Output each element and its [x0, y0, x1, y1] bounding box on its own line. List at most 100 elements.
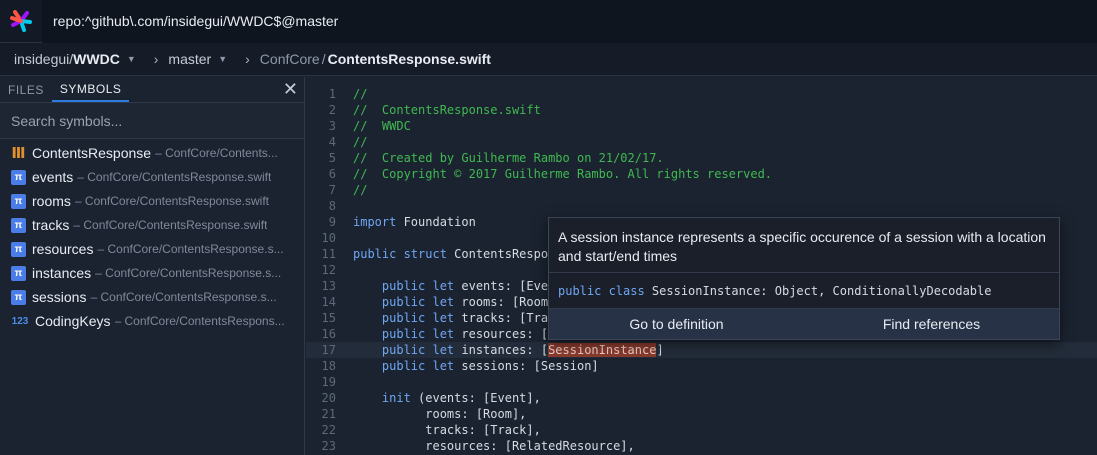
symbol-item[interactable]: π rooms – ConfCore/ContentsResponse.swift	[0, 189, 304, 213]
line-number[interactable]: 7	[306, 182, 336, 198]
symbol-path: – ConfCore/ContentsResponse.swift	[74, 194, 270, 208]
line-number[interactable]: 11	[306, 246, 336, 262]
line-number[interactable]: 14	[306, 294, 336, 310]
tab-files[interactable]: FILES	[0, 77, 52, 102]
tooltip-signature: public class SessionInstance: Object, Co…	[549, 273, 1059, 309]
line-number[interactable]: 6	[306, 166, 336, 182]
code-token: sessions: [Session]	[454, 359, 599, 373]
line-number[interactable]: 20	[306, 390, 336, 406]
code-token: public let	[381, 311, 455, 325]
property-icon: π	[11, 217, 26, 233]
symbol-path: – ConfCore/ContentsResponse.swift	[73, 218, 268, 232]
code-token: ]	[656, 343, 664, 357]
line-text: public let tracks: [Tra	[353, 310, 548, 326]
symbol-name: events	[32, 169, 74, 185]
code-token: ContentsRespo	[446, 247, 549, 261]
line-text: tracks: [Track],	[353, 422, 541, 438]
sourcegraph-logo-icon[interactable]	[0, 0, 42, 43]
line-number[interactable]: 17	[306, 342, 336, 358]
line-number[interactable]: 16	[306, 326, 336, 342]
symbol-name: sessions	[32, 289, 87, 305]
line-number[interactable]: 10	[306, 230, 336, 246]
sidebar: FILES SYMBOLS ✕ Search symbols... Ⅲ Conte…	[0, 77, 305, 455]
line-number[interactable]: 22	[306, 422, 336, 438]
line-number[interactable]: 19	[306, 374, 336, 390]
line-number[interactable]: 23	[306, 438, 336, 454]
highlighted-token[interactable]: SessionInstance	[548, 343, 657, 357]
symbol-item[interactable]: Ⅲ ContentsResponse – ConfCore/Contents...	[0, 141, 304, 165]
symbol-name: instances	[32, 265, 92, 281]
symbol-path: – ConfCore/Contents...	[155, 146, 278, 160]
property-icon: π	[11, 169, 26, 185]
code-token: instances: [	[454, 343, 549, 357]
line-number[interactable]: 2	[306, 102, 336, 118]
line-number[interactable]: 18	[306, 358, 336, 374]
line-text: //	[353, 182, 367, 198]
code-token: rooms: [Room	[454, 295, 549, 309]
line-number[interactable]: 4	[306, 134, 336, 150]
symbol-item[interactable]: π resources – ConfCore/ContentsResponse.s.…	[0, 237, 304, 261]
property-icon: π	[11, 265, 26, 281]
line-number[interactable]: 5	[306, 150, 336, 166]
line-number[interactable]: 1	[306, 86, 336, 102]
symbol-item[interactable]: π instances – ConfCore/ContentsResponse.s.…	[0, 261, 304, 285]
line-number[interactable]: 3	[306, 118, 336, 134]
symbol-list: Ⅲ ContentsResponse – ConfCore/Contents... π…	[0, 139, 304, 333]
symbol-name: rooms	[32, 193, 71, 209]
code-token: public let	[381, 327, 455, 341]
line-text: // Copyright © 2017 Guilherme Rambo. All…	[353, 166, 772, 182]
line-text: rooms: [Room],	[353, 406, 526, 422]
property-icon: π	[11, 193, 26, 209]
line-number[interactable]: 12	[306, 262, 336, 278]
symbol-name: CodingKeys	[35, 313, 111, 329]
chevron-right-icon: ›	[245, 51, 250, 67]
line-text: // Created by Guilherme Rambo on 21/02/1…	[353, 150, 664, 166]
path-separator: /	[321, 51, 326, 67]
code-token: import	[353, 215, 397, 229]
go-to-definition-button[interactable]: Go to definition	[549, 309, 804, 339]
find-references-button[interactable]: Find references	[804, 309, 1059, 339]
symbol-search-input[interactable]: Search symbols...	[0, 103, 304, 139]
tooltip-actions: Go to definition Find references	[549, 309, 1059, 339]
code-token: init	[381, 391, 411, 405]
line-text: init (events: [Event],	[353, 390, 541, 406]
repo-owner[interactable]: insidegui/	[14, 51, 73, 67]
code-token: resources: [RelatedResource],	[353, 439, 635, 453]
line-number[interactable]: 21	[306, 406, 336, 422]
code-token: // WWDC	[353, 119, 411, 133]
code-token: public let	[381, 359, 455, 373]
line-number[interactable]: 9	[306, 214, 336, 230]
line-number[interactable]: 15	[306, 310, 336, 326]
line-text: // WWDC	[353, 118, 411, 134]
line-number[interactable]: 13	[306, 278, 336, 294]
line-number[interactable]: 8	[306, 198, 336, 214]
line-text: public struct ContentsRespo	[353, 246, 548, 262]
close-icon[interactable]: ✕	[283, 80, 298, 98]
folder-link[interactable]: ConfCore	[260, 51, 320, 67]
code-token: rooms: [Room],	[353, 407, 527, 421]
branch-dropdown-icon[interactable]: ▼	[218, 54, 227, 64]
symbol-name: tracks	[32, 217, 70, 233]
code-token: // Created by Guilherme Rambo on 21/02/1…	[353, 151, 664, 165]
branch-name[interactable]: master	[168, 51, 211, 67]
code-token: events: [Eve	[454, 279, 549, 293]
symbol-item[interactable]: π sessions – ConfCore/ContentsResponse.s..…	[0, 285, 304, 309]
search-input[interactable]: repo:^github\.com/insidegui/WWDC$@master	[42, 0, 1097, 43]
property-icon: π	[11, 241, 26, 257]
repo-name[interactable]: WWDC	[73, 51, 120, 67]
symbol-item[interactable]: 123 CodingKeys – ConfCore/ContentsRespons.…	[0, 309, 304, 333]
hover-tooltip: A session instance represents a specific…	[548, 217, 1060, 340]
symbol-item[interactable]: π tracks – ConfCore/ContentsResponse.swift	[0, 213, 304, 237]
tab-symbols[interactable]: SYMBOLS	[51, 77, 130, 102]
repo-dropdown-icon[interactable]: ▼	[127, 54, 136, 64]
symbol-item[interactable]: π events – ConfCore/ContentsResponse.swift	[0, 165, 304, 189]
symbol-path: – ConfCore/ContentsResponse.s...	[95, 266, 282, 280]
code-token: //	[353, 135, 368, 149]
symbol-name: resources	[32, 241, 94, 257]
